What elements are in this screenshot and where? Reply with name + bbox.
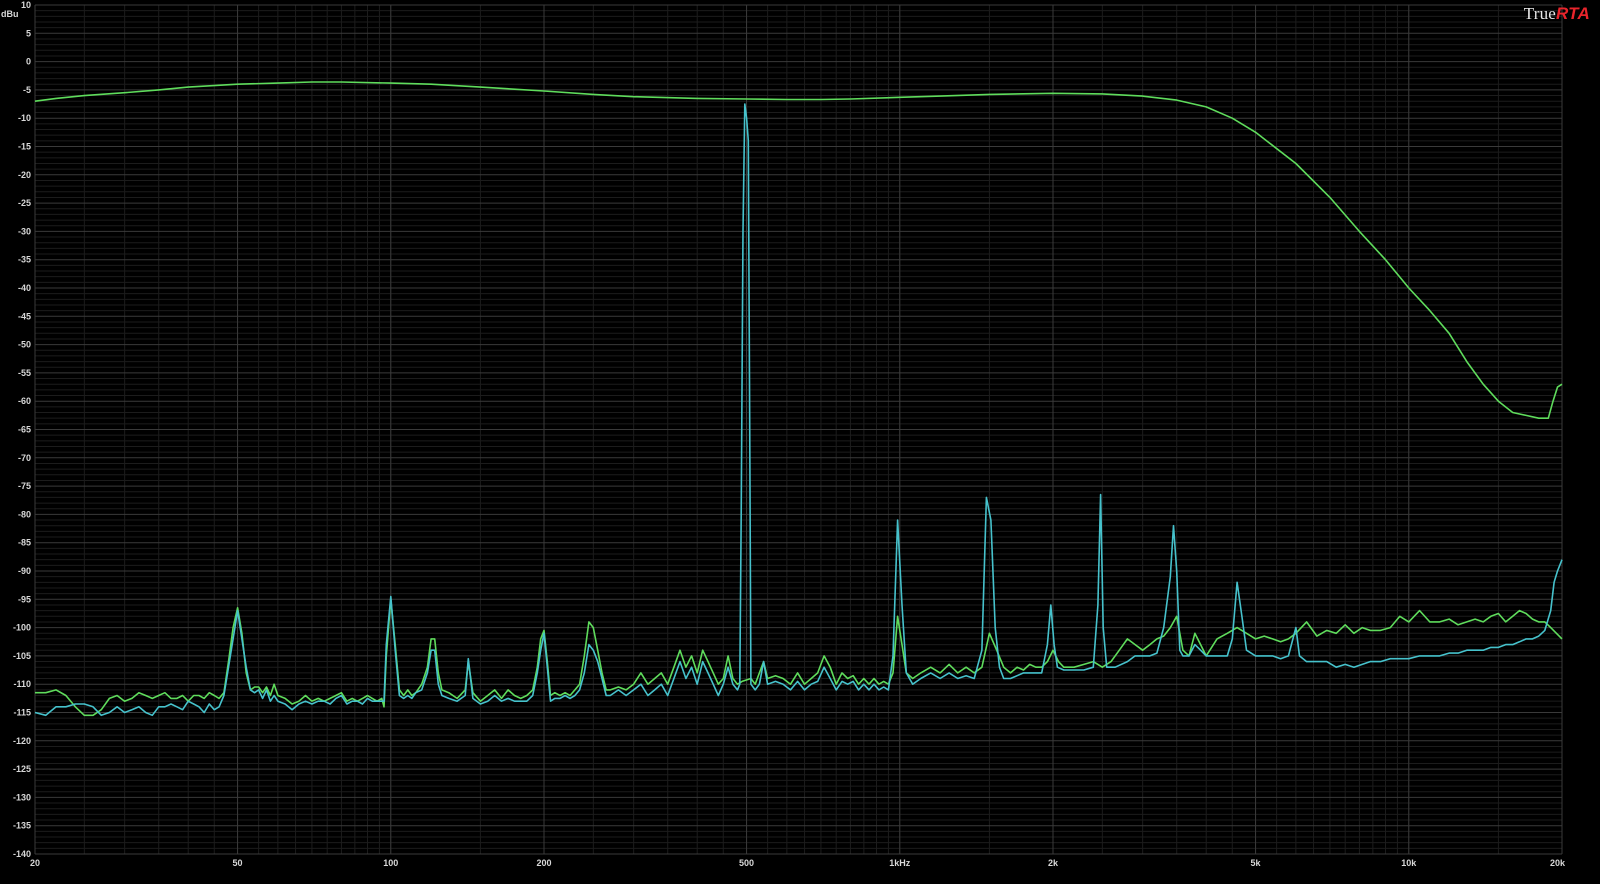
y-tick-label: -65 [18,425,31,435]
y-tick-label: -20 [18,170,31,180]
x-tick-label: 50 [233,858,243,868]
x-tick-label: 2k [1048,858,1059,868]
x-tick-label: 5k [1251,858,1262,868]
y-tick-label: -25 [18,198,31,208]
y-tick-label: -70 [18,453,31,463]
x-tick-label: 10k [1401,858,1417,868]
y-tick-label: -110 [13,679,31,689]
rta-spectrum-plot: 1050-5-10-15-20-25-30-35-40-45-50-55-60-… [0,0,1600,884]
y-tick-label: -100 [13,623,31,633]
y-tick-label: -85 [18,538,31,548]
y-tick-label: -135 [13,821,31,831]
x-tick-label: 500 [739,858,754,868]
x-tick-label: 200 [536,858,551,868]
x-tick-label: 100 [383,858,398,868]
y-tick-label: -105 [13,651,31,661]
x-tick-label: 20k [1550,858,1566,868]
y-tick-label: -35 [18,255,31,265]
brand-text-rta: RTA [1556,4,1590,23]
y-tick-label: -40 [18,283,31,293]
y-tick-label: -95 [18,594,31,604]
y-tick-label: -120 [13,736,31,746]
y-tick-label: -115 [13,708,31,718]
y-tick-label: -45 [18,311,31,321]
y-tick-label: -30 [18,226,31,236]
y-tick-label: -80 [18,509,31,519]
y-tick-label: -5 [23,85,31,95]
y-tick-label: 5 [26,28,31,38]
x-tick-label: 1kHz [889,858,911,868]
y-tick-label: -55 [18,368,31,378]
y-tick-label: -50 [18,340,31,350]
truerta-logo: TrueRTA [1524,4,1590,24]
brand-text-true: True [1523,4,1557,23]
y-tick-label: -60 [18,396,31,406]
y-tick-label: -125 [13,764,31,774]
y-axis-unit-label: dBu [1,9,19,19]
plot-background [0,0,1600,884]
y-tick-label: -10 [18,113,31,123]
y-tick-label: -90 [18,566,31,576]
y-tick-label: -140 [13,849,31,859]
y-tick-label: 10 [21,0,31,10]
y-tick-label: -75 [18,481,31,491]
y-tick-label: -130 [13,792,31,802]
y-tick-label: -15 [18,142,31,152]
x-tick-label: 20 [30,858,40,868]
y-tick-label: 0 [26,57,31,67]
